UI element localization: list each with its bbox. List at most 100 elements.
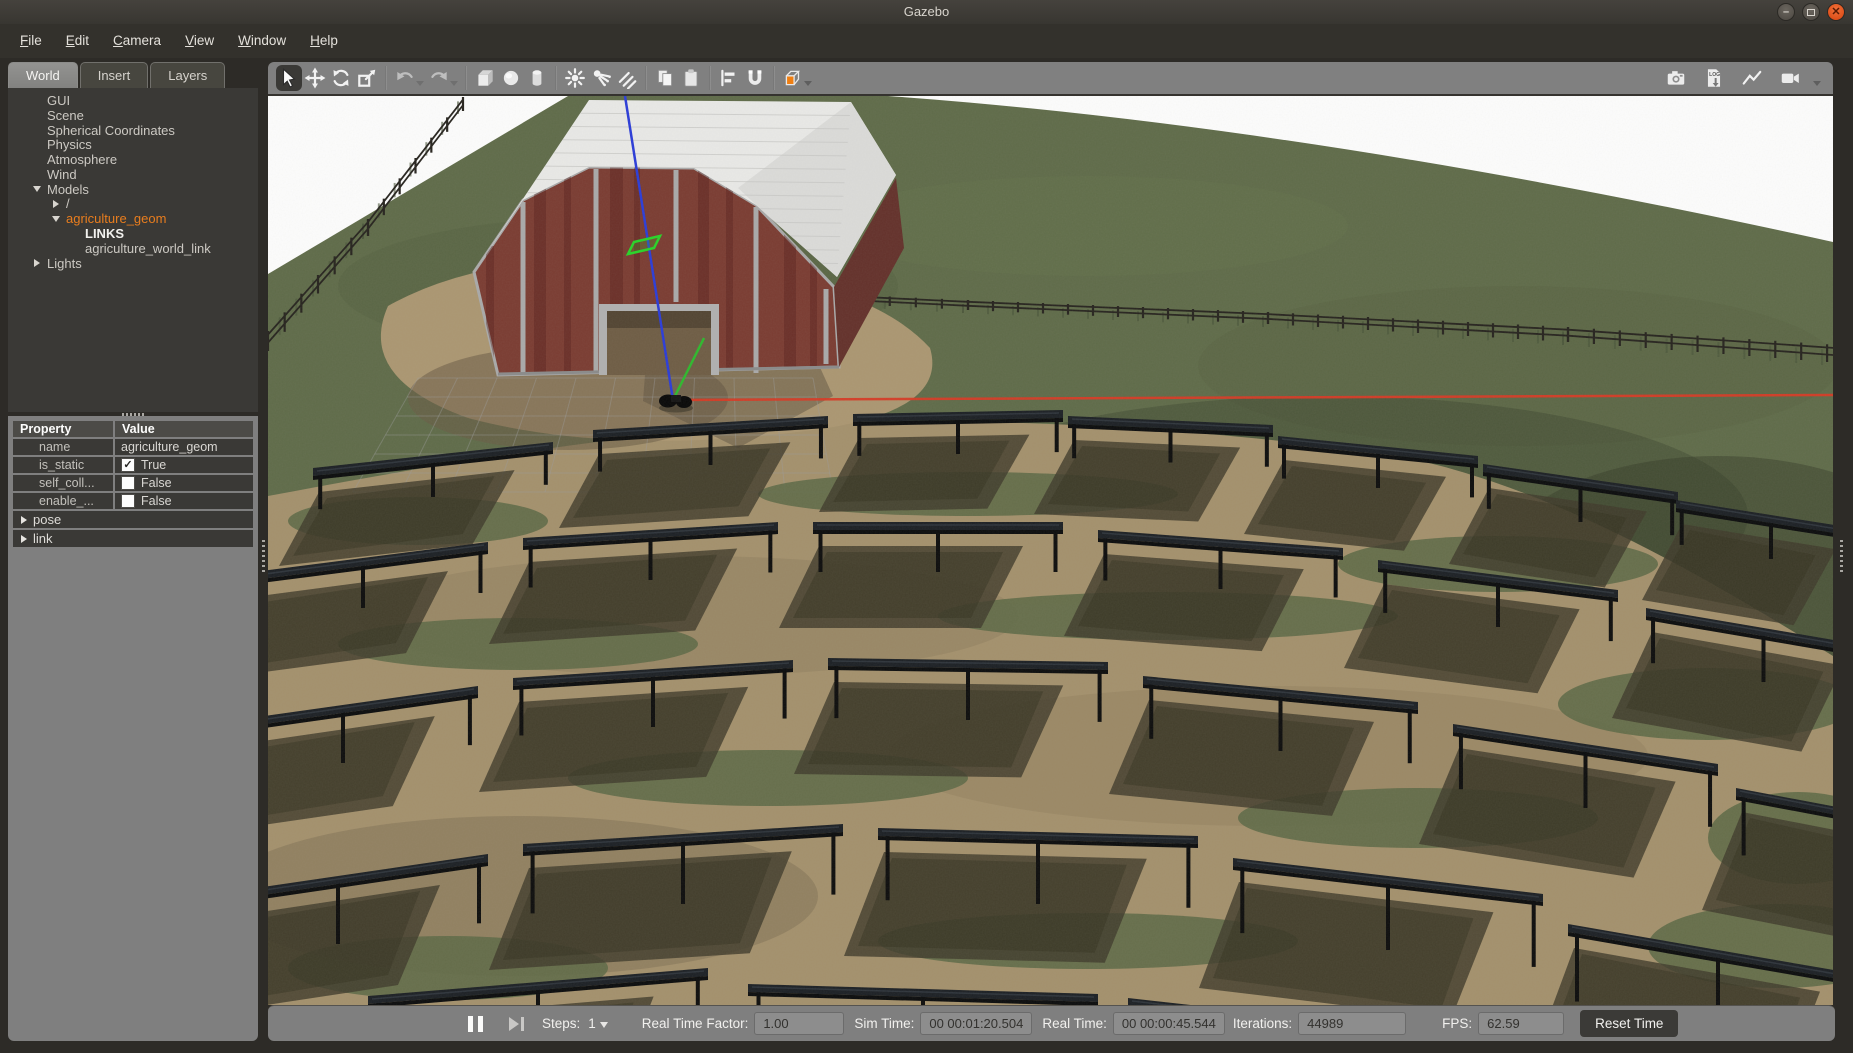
left-splitter-handle[interactable] [262, 540, 265, 574]
copy-icon[interactable] [652, 65, 678, 91]
tree-item-gui[interactable]: GUI [8, 93, 258, 108]
expand-arrow-icon[interactable] [21, 535, 27, 543]
tree-item-label: Atmosphere [47, 152, 117, 167]
align-icon[interactable] [716, 65, 742, 91]
minimize-button[interactable]: – [1777, 3, 1795, 21]
dropdown-caret-icon[interactable] [416, 81, 424, 86]
tree-item-wind[interactable]: Wind [8, 167, 258, 182]
steps-value[interactable]: 1 [588, 1016, 596, 1031]
dropdown-caret-icon[interactable] [804, 81, 812, 86]
plot-icon[interactable] [1739, 65, 1765, 91]
menu-view[interactable]: View [175, 24, 224, 58]
menu-help[interactable]: Help [300, 24, 348, 58]
toolbar-separator [645, 66, 647, 90]
scale-icon[interactable] [354, 65, 380, 91]
redo-icon[interactable] [426, 65, 452, 91]
sim-time-value: 00 00:01:20.504 [920, 1012, 1032, 1035]
steps-dropdown-icon[interactable] [600, 1022, 608, 1028]
scene-3d[interactable] [268, 96, 1833, 1005]
tree-item-lights[interactable]: Lights [8, 256, 258, 271]
render-viewport[interactable] [268, 96, 1833, 1005]
checkbox-checked-icon[interactable]: ✓ [121, 458, 135, 472]
left-panel: WorldInsertLayers GUISceneSpherical Coor… [8, 62, 258, 1041]
tab-world[interactable]: World [8, 62, 78, 88]
window-title: Gazebo [0, 0, 1853, 24]
real-time-label: Real Time: [1042, 1016, 1107, 1031]
close-button[interactable]: ✕ [1827, 3, 1845, 21]
snap-icon[interactable] [742, 65, 768, 91]
menu-window[interactable]: Window [228, 24, 296, 58]
property-group-pose[interactable]: pose [13, 511, 253, 528]
svg-text:LOG: LOG [1709, 72, 1720, 78]
menu-edit[interactable]: Edit [56, 24, 99, 58]
tree-item-[interactable]: / [8, 197, 258, 212]
texture-overlay [268, 96, 1833, 1005]
undo-icon[interactable] [392, 65, 418, 91]
paste-icon[interactable] [678, 65, 704, 91]
menu-file[interactable]: File [10, 24, 52, 58]
dropdown-caret-icon[interactable] [450, 81, 458, 86]
sphere-icon[interactable] [498, 65, 524, 91]
reset-time-button[interactable]: Reset Time [1580, 1010, 1678, 1037]
screenshot-icon[interactable] [1663, 65, 1689, 91]
expand-arrow-icon[interactable] [29, 259, 45, 267]
maximize-button[interactable] [1802, 3, 1820, 21]
tree-item-links[interactable]: LINKS [8, 226, 258, 241]
step-button[interactable] [509, 1017, 524, 1031]
tree-item-agriculture-geom[interactable]: agriculture_geom [8, 211, 258, 226]
checkbox-unchecked-icon[interactable] [121, 476, 135, 490]
property-group-link[interactable]: link [13, 530, 253, 547]
steps-label: Steps: [542, 1016, 580, 1031]
tree-item-label: Scene [47, 108, 84, 123]
right-splitter-handle[interactable] [1840, 540, 1843, 574]
toolbar-separator [465, 66, 467, 90]
cylinder-icon[interactable] [524, 65, 550, 91]
view-angle-icon[interactable] [780, 65, 806, 91]
property-table: PropertyValuenameagriculture_geomis_stat… [13, 421, 253, 547]
tree-item-label: agriculture_world_link [85, 241, 211, 256]
tree-item-physics[interactable]: Physics [8, 137, 258, 152]
box-icon[interactable] [472, 65, 498, 91]
collapse-arrow-icon[interactable] [29, 186, 45, 192]
directional-light-icon[interactable] [614, 65, 640, 91]
fps-value: 62.59 [1478, 1012, 1564, 1035]
property-value[interactable]: False [115, 475, 253, 491]
point-light-icon[interactable] [562, 65, 588, 91]
render-toolbar: LOG [268, 62, 1833, 96]
value-text: True [141, 458, 166, 472]
expand-arrow-icon[interactable] [21, 516, 27, 524]
fps-label: FPS: [1442, 1016, 1472, 1031]
property-name: enable_... [13, 493, 113, 509]
pause-button[interactable] [468, 1016, 483, 1032]
tree-item-label: Wind [47, 167, 77, 182]
tree-item-agriculture-world-link[interactable]: agriculture_world_link [8, 241, 258, 256]
tree-item-spherical-coordinates[interactable]: Spherical Coordinates [8, 123, 258, 138]
checkbox-unchecked-icon[interactable] [121, 494, 135, 508]
iterations-value: 44989 [1298, 1012, 1406, 1035]
menu-camera[interactable]: Camera [103, 24, 171, 58]
group-label: pose [33, 512, 61, 527]
spot-light-icon[interactable] [588, 65, 614, 91]
property-value[interactable]: agriculture_geom [115, 439, 253, 455]
rotate-icon[interactable] [328, 65, 354, 91]
translate-icon[interactable] [302, 65, 328, 91]
tree-item-scene[interactable]: Scene [8, 108, 258, 123]
property-value[interactable]: ✓ True [115, 457, 253, 473]
collapse-arrow-icon[interactable] [48, 216, 64, 222]
tab-layers[interactable]: Layers [150, 62, 225, 88]
tree-item-label: Physics [47, 137, 92, 152]
tree-item-label: GUI [47, 93, 70, 108]
tree-item-atmosphere[interactable]: Atmosphere [8, 152, 258, 167]
tree-item-models[interactable]: Models [8, 182, 258, 197]
select-icon[interactable] [276, 65, 302, 91]
log-record-icon[interactable]: LOG [1701, 65, 1727, 91]
rtf-value: 1.00 [754, 1012, 844, 1035]
property-value[interactable]: False [115, 493, 253, 509]
real-time-value: 00 00:00:45.544 [1113, 1012, 1225, 1035]
simulation-status-bar: Steps: 1 Real Time Factor: 1.00 Sim Time… [268, 1005, 1835, 1041]
video-record-icon[interactable] [1777, 65, 1803, 91]
tab-insert[interactable]: Insert [80, 62, 149, 88]
expand-arrow-icon[interactable] [48, 200, 64, 208]
dropdown-caret-icon[interactable] [1813, 81, 1821, 86]
panel-tabs: WorldInsertLayers [8, 62, 258, 88]
